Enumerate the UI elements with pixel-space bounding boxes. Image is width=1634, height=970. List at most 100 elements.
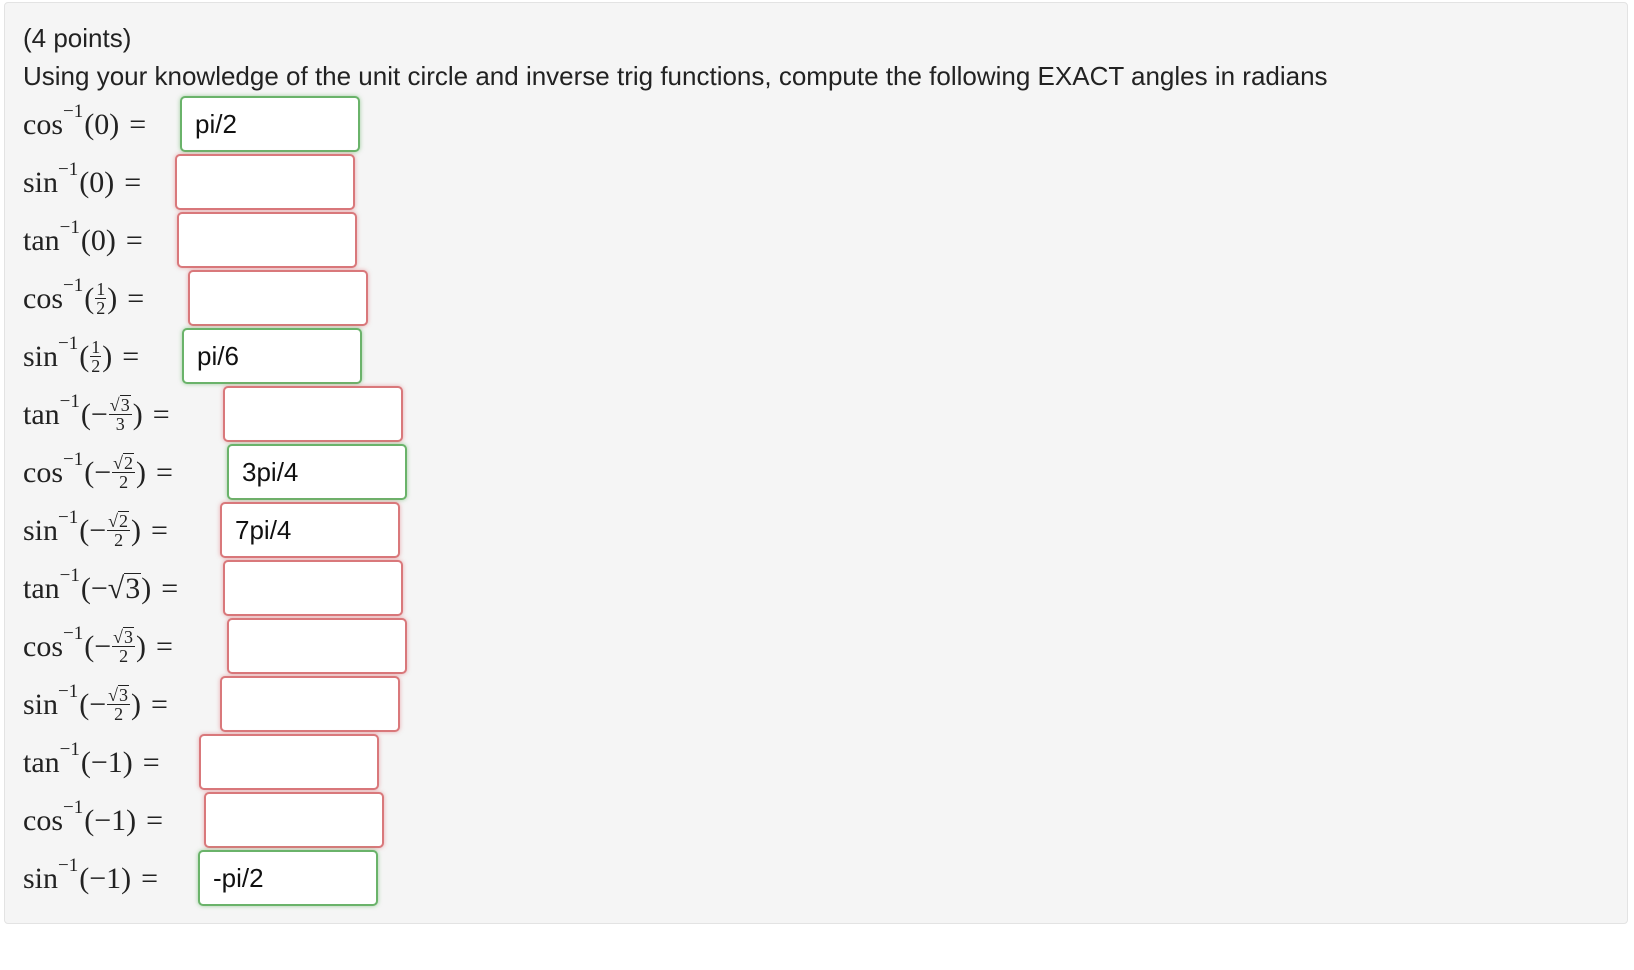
close-paren: ) [141,572,152,605]
numerator: √3 [112,627,136,647]
argument: (−1) [84,804,137,837]
radicand: 3 [123,627,135,647]
argument: (0) [79,166,115,199]
radicand: 2 [118,511,130,531]
math-expression: tan −1 (−1) = [23,734,160,792]
square-root: √3 [108,572,142,606]
math-expression: tan −1 (0) = [23,212,143,270]
math-expression: cos −1(− √3 2) = [23,618,173,676]
answer-input-4[interactable] [188,270,368,326]
answer-input-8[interactable] [220,502,400,558]
equals-sign: = [146,804,164,837]
equals-sign: = [151,688,168,721]
equals-sign: = [161,572,179,605]
fraction: √3 3 [108,395,132,434]
open-paren: ( [84,282,95,315]
fraction: √3 2 [107,685,131,723]
inverse-exponent: −1 [63,101,84,122]
function-name: tan [23,224,60,257]
math-expression: cos −1 (−1) = [23,792,163,850]
inverse-exponent: −1 [63,623,84,644]
minus-sign: − [89,514,107,547]
answer-input-7[interactable] [227,444,407,500]
inverse-exponent: −1 [59,391,80,412]
answer-input-11[interactable] [220,676,400,732]
answer-input-10[interactable] [227,618,407,674]
math-expression: sin −1 (0) = [23,154,141,212]
close-paren: ) [136,456,147,489]
answer-input-13[interactable] [204,792,384,848]
function-name: tan [23,746,60,779]
sqrt-symbol: √ [108,685,119,705]
equals-sign: = [141,862,159,895]
function-name: tan [23,398,60,431]
open-paren: ( [79,514,90,547]
instructions-text: Using your knowledge of the unit circle … [23,61,1328,91]
sqrt-symbol: √ [113,453,124,473]
denominator: 2 [96,297,106,318]
sqrt-symbol: √ [113,627,124,647]
open-paren: ( [79,688,90,721]
math-expression: tan −1(− √3) = [23,560,178,618]
points-label: (4 points) [23,23,132,53]
math-expression: cos −1(1 2) = [23,270,144,328]
equals-sign: = [156,456,173,489]
close-paren: ) [132,398,143,431]
inverse-exponent: −1 [63,449,84,470]
function-name: cos [23,804,63,837]
inverse-exponent: −1 [58,855,79,876]
minus-sign: − [90,398,108,431]
answer-input-3[interactable] [177,212,357,268]
inverse-exponent: −1 [59,739,80,760]
inverse-exponent: −1 [59,565,80,586]
answer-input-9[interactable] [223,560,403,616]
denominator: 2 [119,472,129,492]
radicand: 3 [119,395,131,415]
inverse-exponent: −1 [58,507,79,528]
answer-input-12[interactable] [199,734,379,790]
numerator: √3 [108,395,132,415]
function-name: cos [23,108,63,141]
open-paren: ( [84,456,95,489]
fraction: √2 2 [112,453,136,492]
equals-sign: = [151,514,168,547]
open-paren: ( [80,398,91,431]
function-name: tan [23,572,60,605]
answer-input-6[interactable] [223,386,403,442]
function-name: sin [23,340,59,373]
close-paren: ) [131,688,142,721]
numerator: 1 [95,278,107,299]
inverse-exponent: −1 [58,333,79,354]
minus-sign: − [94,630,112,663]
minus-sign: − [90,572,108,605]
math-expression: sin −1(1 2) = [23,328,139,386]
denominator: 3 [115,414,125,434]
math-expression: sin −1(− √3 2) = [23,676,168,734]
answer-input-5[interactable] [182,328,362,384]
inverse-exponent: −1 [63,275,84,296]
radicand: 3 [124,572,142,605]
denominator: 2 [114,530,124,550]
denominator: 2 [119,646,129,666]
open-paren: ( [84,630,95,663]
numerator: √3 [107,685,131,705]
minus-sign: − [89,688,107,721]
numerator: 1 [90,336,102,357]
answer-input-2[interactable] [175,154,355,210]
function-name: cos [23,630,63,663]
inverse-exponent: −1 [58,681,79,702]
equals-sign: = [129,108,147,141]
radicand: 3 [118,685,130,705]
math-expression: cos −1(− √2 2) = [23,444,173,502]
open-paren: ( [80,572,91,605]
sqrt-symbol: √ [109,395,120,415]
answer-input-1[interactable] [180,96,360,152]
denominator: 2 [91,355,101,376]
argument: (0) [80,224,116,257]
answer-input-14[interactable] [198,850,378,906]
minus-sign: − [94,456,112,489]
inverse-exponent: −1 [63,797,84,818]
math-expression: tan −1(− √3 3) = [23,386,170,444]
numerator: √2 [107,511,131,531]
function-name: cos [23,282,63,315]
